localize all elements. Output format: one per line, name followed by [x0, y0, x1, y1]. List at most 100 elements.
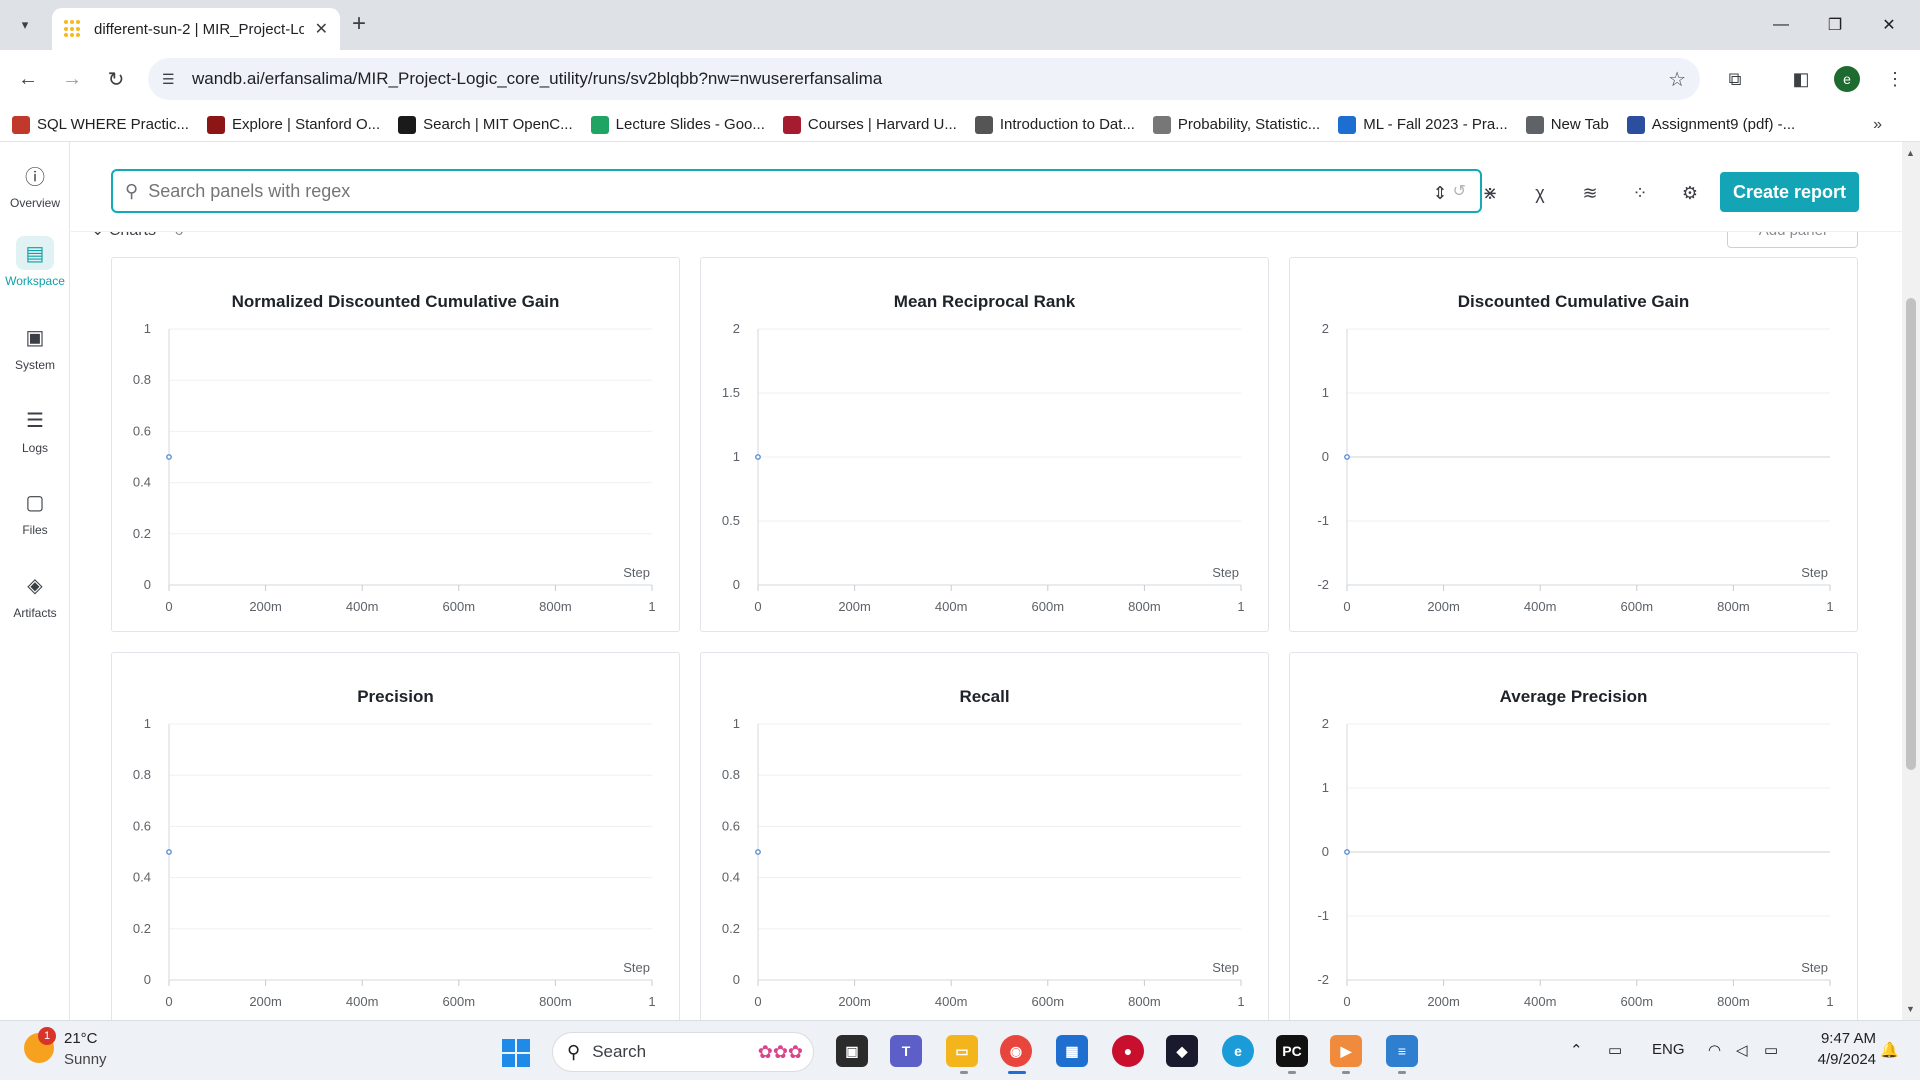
bookmark-item[interactable]: Explore | Stanford O... — [206, 115, 380, 134]
app-red-icon[interactable]: ● — [1112, 1035, 1144, 1067]
y-tick-label: 0.5 — [722, 513, 740, 528]
profile-avatar[interactable]: e — [1834, 66, 1860, 92]
bookmark-item[interactable]: Assignment9 (pdf) -... — [1626, 115, 1795, 134]
chart-panel[interactable]: Precision 0 0.2 0.4 0.6 0.8 1 0 200m 400m 600m 800m… — [111, 652, 680, 1020]
x-tick-label: 400m — [1524, 994, 1557, 1009]
layers-icon: ◈ — [27, 574, 43, 597]
browser-tab-active[interactable]: different-sun-2 | MIR_Project-Lo ✕ — [52, 8, 340, 50]
chrome-icon[interactable]: ◉ — [1000, 1035, 1032, 1067]
bookmark-item[interactable]: New Tab — [1525, 115, 1609, 134]
page-scrollbar[interactable]: ▲ ▼ — [1902, 142, 1920, 1020]
teams-icon[interactable]: T — [890, 1035, 922, 1067]
tab-close-icon[interactable]: ✕ — [315, 19, 328, 39]
bookmark-favicon-icon — [398, 115, 417, 134]
taskbar-search[interactable]: ⚲ Search ✿✿✿ — [552, 1032, 814, 1072]
chart-panel[interactable]: Recall 0 0.2 0.4 0.6 0.8 1 0 200m 400m 600m 800m 1 St… — [700, 652, 1269, 1020]
clock-date[interactable]: 4/9/2024 — [1806, 1051, 1876, 1068]
y-tick-label: 2 — [1322, 716, 1329, 731]
chrome-menu-icon[interactable]: ⋮ — [1880, 64, 1910, 94]
nav-system[interactable]: ▣ System — [0, 320, 70, 373]
x-tick-label: 1 — [648, 994, 655, 1009]
expand-sections-icon[interactable]: ⇕ — [1427, 180, 1453, 206]
bookmark-item[interactable]: Search | MIT OpenC... — [398, 115, 573, 134]
nav-logs[interactable]: ☰ Logs — [0, 403, 70, 456]
chart-panel[interactable]: Discounted Cumulative Gain -2 -1 0 1 2 0 200m 40… — [1289, 257, 1858, 632]
task-view-icon[interactable]: ▣ — [836, 1035, 868, 1067]
new-tab-button[interactable]: + — [352, 12, 366, 36]
reload-button[interactable]: ↻ — [101, 64, 131, 94]
chart-panel[interactable]: Average Precision -2 -1 0 1 2 0 200m 400m 600m 800… — [1289, 652, 1858, 1020]
list-icon: ☰ — [26, 409, 44, 432]
start-button[interactable] — [502, 1039, 530, 1067]
language-indicator[interactable]: ENG — [1652, 1041, 1685, 1058]
x-tick-label: 0 — [1343, 994, 1350, 1009]
nav-files[interactable]: ▢ Files — [0, 485, 70, 538]
app-orange-icon[interactable]: ▶ — [1330, 1035, 1362, 1067]
bookmark-item[interactable]: SQL WHERE Practic... — [12, 115, 189, 134]
file-explorer-icon[interactable]: ▭ — [946, 1035, 978, 1067]
x-tick-label: 0 — [165, 599, 172, 614]
extensions-icon[interactable]: ⧉ — [1720, 64, 1750, 94]
chart-panel[interactable]: Mean Reciprocal Rank 0 0.5 1 1.5 2 0 200m 400m 60… — [700, 257, 1269, 632]
bookmark-item[interactable]: Courses | Harvard U... — [782, 115, 957, 134]
chevron-up-icon[interactable]: ⌃ — [1570, 1041, 1583, 1059]
weather-badge: 1 — [38, 1027, 56, 1045]
bookmark-item[interactable]: ML - Fall 2023 - Pra... — [1338, 115, 1508, 134]
url-text[interactable]: wandb.ai/erfansalima/MIR_Project-Logic_c… — [192, 69, 882, 89]
address-bar[interactable]: ☰ wandb.ai/erfansalima/MIR_Project-Logic… — [148, 58, 1700, 100]
bookmark-item[interactable]: Introduction to Dat... — [974, 115, 1135, 134]
bookmark-item[interactable]: Lecture Slides - Goo... — [590, 115, 765, 134]
x-tick-label: 0 — [165, 994, 172, 1009]
clock-time[interactable]: 9:47 AM — [1806, 1030, 1876, 1047]
chart-panel[interactable]: Normalized Discounted Cumulative Gain 0 0.… — [111, 257, 680, 632]
y-tick-label: 1 — [144, 321, 151, 336]
forward-button[interactable]: → — [57, 64, 87, 94]
panel-search-input[interactable] — [148, 180, 1399, 202]
back-button[interactable]: ← — [13, 64, 43, 94]
pycharm-icon[interactable]: PC — [1276, 1035, 1308, 1067]
volume-icon[interactable]: ◁ — [1736, 1041, 1748, 1059]
scroll-down-icon[interactable]: ▼ — [1906, 1004, 1915, 1014]
bookmark-item[interactable]: Probability, Statistic... — [1152, 115, 1320, 134]
scroll-up-icon[interactable]: ▲ — [1906, 148, 1915, 158]
minimize-button[interactable]: — — [1752, 0, 1810, 50]
nav-overview[interactable]: ⓘ Overview — [0, 158, 70, 211]
restore-button[interactable]: ❐ — [1806, 0, 1864, 50]
nav-files-label: Files — [22, 523, 48, 537]
create-report-button[interactable]: Create report — [1720, 172, 1859, 212]
x-tick-label: 600m — [443, 994, 476, 1009]
y-tick-label: 0.6 — [722, 818, 740, 833]
outliers-icon[interactable]: ⁘ — [1627, 180, 1653, 206]
battery-icon[interactable]: ▭ — [1764, 1041, 1778, 1059]
vpn-shield-icon[interactable]: ◆ — [1166, 1035, 1198, 1067]
x-tick-label: 800m — [539, 599, 572, 614]
tulips-decoration-icon: ✿✿✿ — [757, 1041, 803, 1062]
tab-search-button[interactable]: ▾ — [8, 9, 42, 41]
store-icon[interactable]: ▦ — [1056, 1035, 1088, 1067]
y-tick-label: 0.6 — [133, 423, 151, 438]
nav-artifacts[interactable]: ◈ Artifacts — [0, 568, 70, 621]
edge-icon[interactable]: e — [1222, 1035, 1254, 1067]
x-axis-icon[interactable]: χ — [1527, 180, 1553, 206]
search-history-icon[interactable]: ↺ — [1453, 181, 1466, 201]
bookmark-star-icon[interactable]: ☆ — [1668, 67, 1686, 92]
explorer-indicator — [960, 1071, 968, 1074]
tray-display-icon[interactable]: ▭ — [1608, 1041, 1622, 1059]
y-tick-label: 0.8 — [133, 372, 151, 387]
scroll-thumb[interactable] — [1906, 298, 1916, 770]
notepad-icon[interactable]: ≡ — [1386, 1035, 1418, 1067]
notification-bell-icon[interactable]: 🔔 — [1880, 1041, 1899, 1059]
wifi-icon[interactable]: ◠ — [1708, 1041, 1721, 1059]
nav-workspace[interactable]: ▤ Workspace — [0, 236, 70, 288]
weather-description[interactable]: Sunny — [64, 1051, 107, 1068]
site-info-icon[interactable]: ☰ — [162, 71, 188, 88]
smoothing-icon[interactable]: ≋ — [1577, 180, 1603, 206]
close-window-button[interactable]: ✕ — [1860, 0, 1918, 50]
bookmarks-overflow-icon[interactable]: » — [1873, 116, 1882, 134]
x-tick-label: 600m — [1032, 599, 1065, 614]
settings-gear-icon[interactable]: ⚙ — [1677, 180, 1703, 206]
panel-search-box[interactable]: ⚲ ↺ — [111, 169, 1482, 213]
side-panel-icon[interactable]: ◧ — [1786, 64, 1816, 94]
collapse-sections-icon[interactable]: ⋇ — [1477, 180, 1503, 206]
weather-temperature[interactable]: 21°C — [64, 1030, 98, 1047]
